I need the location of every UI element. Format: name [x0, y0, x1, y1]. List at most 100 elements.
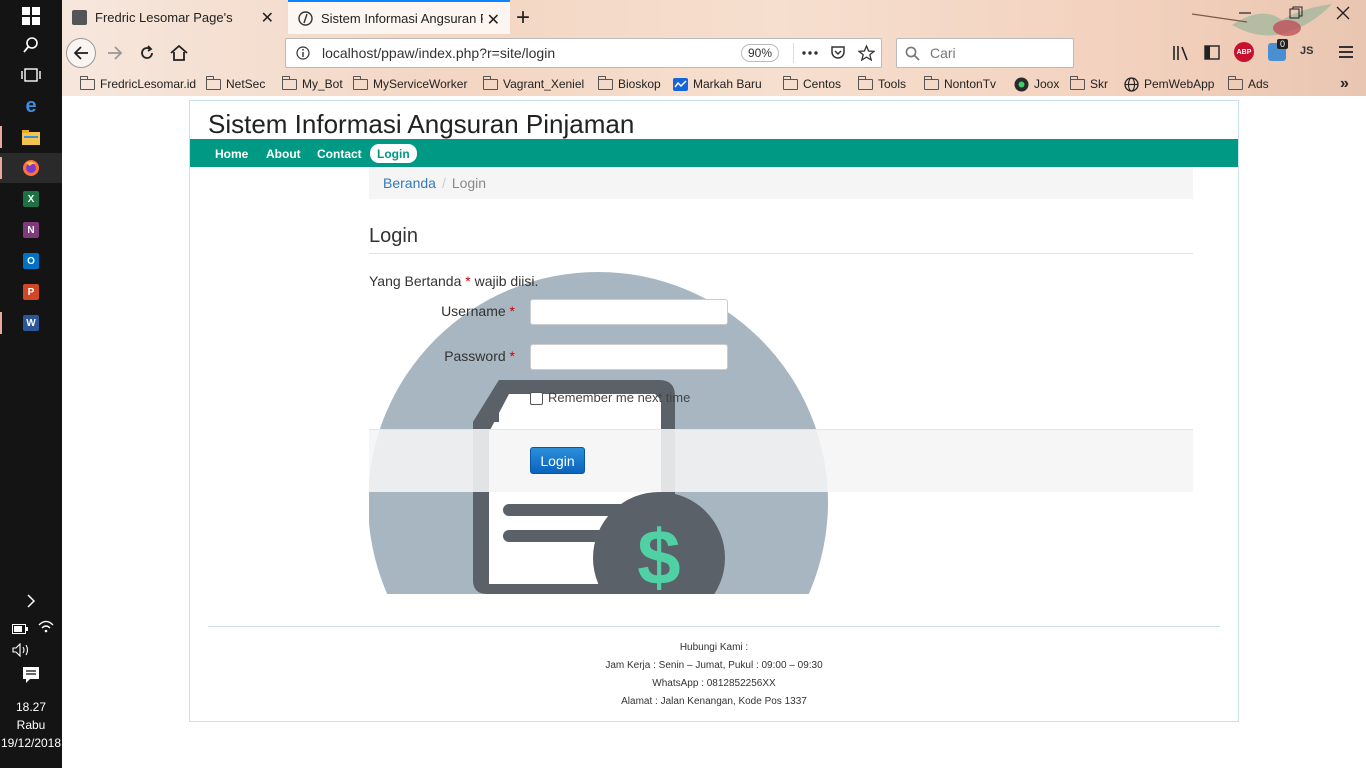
bookmark-item[interactable]: MyServiceWorker — [353, 75, 467, 93]
username-input[interactable] — [530, 299, 728, 325]
sidebar-icon[interactable] — [1204, 45, 1220, 65]
info-icon[interactable] — [296, 46, 310, 60]
bookmark-item[interactable]: Skr — [1070, 75, 1108, 93]
extension-icon[interactable]: 0 — [1268, 39, 1289, 61]
navigation-toolbar: localhost/ppaw/index.php?r=site/login 90… — [62, 36, 1366, 70]
menu-item-login[interactable]: Login — [370, 144, 417, 163]
bookmark-item[interactable]: NetSec — [206, 75, 265, 93]
extension-badge: 0 — [1277, 39, 1289, 49]
clock-time: 18.27 — [15, 700, 47, 714]
folder-icon — [598, 75, 613, 90]
js-toggle-icon[interactable]: JS — [1300, 45, 1313, 57]
battery-icon[interactable] — [12, 621, 28, 639]
breadcrumb-home-link[interactable]: Beranda — [383, 175, 436, 191]
bookmark-label: Markah Baru — [693, 77, 762, 91]
volume-icon[interactable] — [12, 642, 30, 662]
windows-start-icon[interactable] — [0, 1, 62, 31]
edge-icon[interactable]: e — [0, 91, 62, 121]
task-view-icon[interactable] — [0, 60, 62, 90]
restore-icon[interactable] — [1289, 6, 1303, 25]
menu-item-home[interactable]: Home — [208, 144, 255, 163]
bookmark-item[interactable]: Ads — [1228, 75, 1269, 93]
menu-item-contact[interactable]: Contact — [310, 144, 369, 163]
footer-line: Alamat : Jalan Kenangan, Kode Pos 1337 — [621, 696, 807, 707]
pocket-icon[interactable] — [830, 45, 846, 61]
folder-icon — [783, 75, 798, 90]
new-tab-button[interactable]: + — [516, 4, 530, 32]
adblock-icon[interactable]: ABP — [1234, 42, 1254, 62]
wifi-icon[interactable] — [38, 619, 54, 638]
tab-title: Sistem Informasi Angsuran Pinj — [321, 10, 483, 26]
bookmark-item[interactable]: Markah Baru — [673, 75, 762, 93]
action-center-icon[interactable] — [22, 666, 40, 689]
folder-icon — [1228, 75, 1243, 90]
breadcrumb-current: Login — [451, 175, 487, 191]
heading-divider — [369, 253, 1193, 254]
remember-me-label[interactable]: Remember me next time — [548, 390, 690, 405]
bookmark-item[interactable]: Joox — [1014, 75, 1059, 93]
chevron-right-icon[interactable] — [0, 586, 62, 616]
close-icon[interactable]: ✕ — [261, 8, 274, 28]
folder-icon — [353, 75, 368, 90]
required-note-prefix: Yang Bertanda — [369, 273, 462, 289]
username-label-text: Username — [441, 303, 506, 319]
bookmark-item[interactable]: FredricLesomar.id — [80, 75, 196, 93]
bookmark-item[interactable]: My_Bot — [282, 75, 343, 93]
clock-day: Rabu — [16, 718, 46, 732]
tab-fredric-lesomar[interactable]: Fredric Lesomar Page's ✕ — [62, 0, 284, 34]
breadcrumb-separator: / — [441, 175, 446, 191]
file-explorer-icon[interactable] — [0, 122, 62, 152]
search-icon[interactable] — [0, 30, 62, 60]
bookmark-label: NontonTv — [944, 77, 997, 91]
home-icon — [170, 45, 188, 61]
home-button[interactable] — [164, 38, 194, 68]
url-bar[interactable]: localhost/ppaw/index.php?r=site/login 90… — [285, 38, 882, 68]
remember-me-checkbox[interactable] — [530, 392, 543, 405]
tab-sistem-informasi[interactable]: Sistem Informasi Angsuran Pinj ✕ — [288, 0, 510, 34]
minimize-icon[interactable] — [1238, 6, 1252, 25]
footer-divider — [208, 626, 1220, 627]
main-menu: Home About Contact Login — [190, 139, 1238, 167]
bookmark-label: My_Bot — [302, 77, 343, 91]
page-actions-icon[interactable] — [802, 51, 818, 55]
word-icon[interactable]: W — [0, 308, 62, 338]
bookmark-label: FredricLesomar.id — [100, 77, 197, 91]
password-label-text: Password — [444, 348, 506, 364]
outlook-icon[interactable]: O — [0, 246, 62, 276]
site-title: Sistem Informasi Angsuran Pinjaman — [208, 109, 635, 139]
search-bar[interactable]: Cari — [896, 38, 1074, 68]
tab-favicon-icon — [72, 9, 87, 25]
system-clock[interactable]: 18.27 Rabu 19/12/2018 — [0, 698, 62, 752]
zoom-badge[interactable]: 90% — [740, 44, 779, 62]
forward-button[interactable] — [100, 38, 130, 68]
required-note: Yang Bertanda * wajib diisi. — [369, 273, 538, 289]
bookmark-item[interactable]: PemWebApp — [1124, 75, 1214, 93]
footer: Hubungi Kami : Jam Kerja : Senin – Jumat… — [190, 639, 1238, 711]
back-button[interactable] — [66, 38, 96, 68]
menu-item-about[interactable]: About — [259, 144, 308, 163]
clock-date: 19/12/2018 — [0, 736, 62, 750]
firefox-icon[interactable] — [0, 153, 62, 183]
bookmark-item[interactable]: Centos — [783, 75, 841, 93]
joox-icon — [1014, 77, 1029, 91]
reload-button[interactable] — [132, 38, 162, 68]
powerpoint-icon[interactable]: P — [0, 277, 62, 307]
onenote-icon[interactable]: N — [0, 215, 62, 245]
excel-icon[interactable]: X — [0, 184, 62, 214]
bookmark-item[interactable]: Tools — [858, 75, 906, 93]
login-button[interactable]: Login — [530, 447, 585, 474]
window-close-icon[interactable] — [1336, 6, 1350, 25]
password-input[interactable] — [530, 344, 728, 370]
bookmark-item[interactable]: Vagrant_Xeniel — [483, 75, 584, 93]
close-icon[interactable]: ✕ — [487, 10, 500, 30]
bookmark-star-icon[interactable] — [858, 45, 875, 61]
bookmark-item[interactable]: NontonTv — [924, 75, 996, 93]
library-icon[interactable] — [1172, 45, 1190, 66]
bookmark-label: Ads — [1248, 77, 1269, 91]
folder-icon — [858, 75, 873, 90]
hamburger-menu-icon[interactable] — [1338, 45, 1354, 64]
bookmarks-overflow-button[interactable]: » — [1340, 75, 1349, 93]
url-text[interactable]: localhost/ppaw/index.php?r=site/login — [322, 45, 741, 61]
bookmark-item[interactable]: Bioskop — [598, 75, 661, 93]
tab-title: Fredric Lesomar Page's — [95, 9, 233, 25]
